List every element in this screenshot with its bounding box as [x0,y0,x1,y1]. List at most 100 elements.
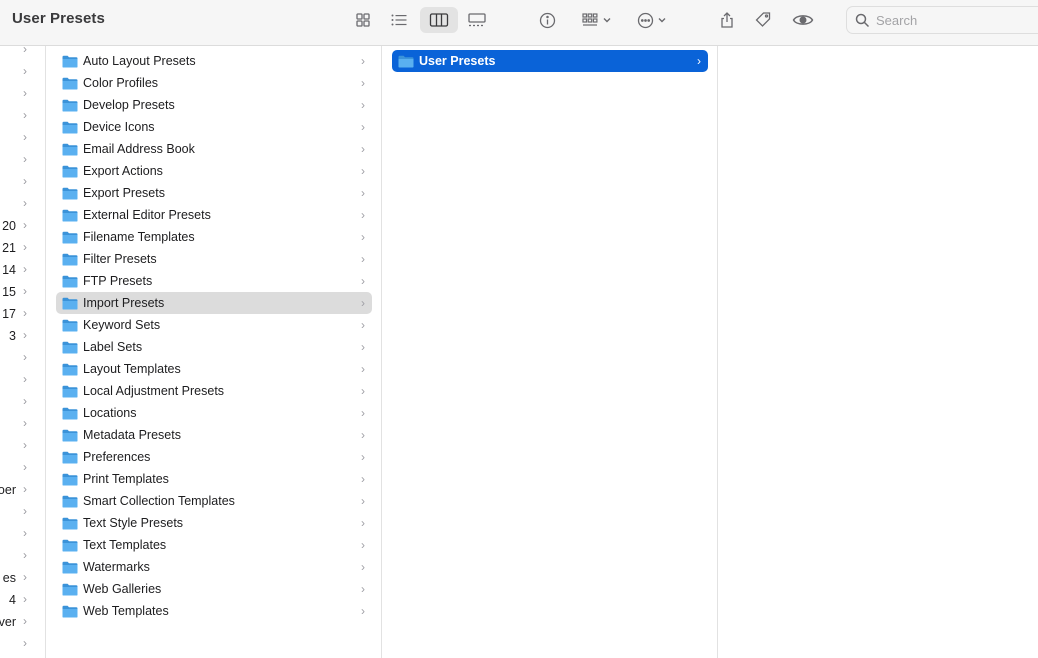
chevron-right-icon: › [23,86,27,100]
folder-item[interactable]: Filter Presets › [56,248,372,270]
parent-list-item[interactable]: › [0,545,45,567]
folder-item[interactable]: Export Actions › [56,160,372,182]
folder-item[interactable]: Metadata Presets › [56,424,372,446]
column-empty [718,46,1038,658]
search-field[interactable] [846,6,1038,34]
group-button[interactable] [576,7,616,33]
parent-list-item[interactable]: › [0,83,45,105]
parent-list-item-label: ver [0,615,16,629]
more-actions-button[interactable] [634,7,670,33]
chevron-right-icon: › [361,340,365,354]
folder-item[interactable]: Web Galleries › [56,578,372,600]
parent-list-item[interactable]: 14 › [0,259,45,281]
parent-list-item[interactable]: › [0,391,45,413]
parent-list-item[interactable]: › [0,46,45,61]
eye-icon [792,15,814,25]
parent-list-item[interactable]: 3 › [0,325,45,347]
folder-item[interactable]: Text Templates › [56,534,372,556]
parent-list-item[interactable]: ver › [0,611,45,633]
parent-list-item-label: 21 [2,241,16,255]
folder-item-label: Text Templates [83,538,167,552]
tag-button[interactable] [752,7,774,33]
chevron-right-icon: › [361,362,365,376]
folder-item[interactable]: Label Sets › [56,336,372,358]
chevron-right-icon: › [23,108,27,122]
folder-item[interactable]: Watermarks › [56,556,372,578]
parent-list-item[interactable]: › [0,347,45,369]
list-view-button[interactable] [388,7,410,33]
parent-list-item[interactable]: oer › [0,479,45,501]
parent-list-item[interactable]: es › [0,567,45,589]
folder-item[interactable]: Export Presets › [56,182,372,204]
folder-item[interactable]: Layout Templates › [56,358,372,380]
parent-list-item[interactable]: › [0,633,45,655]
folder-icon [62,99,78,111]
chevron-right-icon: › [361,560,365,574]
search-input[interactable] [876,12,1036,28]
icon-view-button[interactable] [352,7,374,33]
folder-item[interactable]: Keyword Sets › [56,314,372,336]
parent-list-item[interactable]: 17 › [0,303,45,325]
folder-item-label: Web Templates [83,604,169,618]
gallery-view-button[interactable] [464,7,490,33]
folder-item[interactable]: Import Presets › [56,292,372,314]
parent-list-item[interactable]: › [0,127,45,149]
folder-item[interactable]: External Editor Presets › [56,204,372,226]
folder-icon [62,319,78,331]
folder-item[interactable]: Device Icons › [56,116,372,138]
folder-icon [62,121,78,133]
folder-item[interactable]: Color Profiles › [56,72,372,94]
folder-item[interactable]: Develop Presets › [56,94,372,116]
chevron-right-icon: › [361,296,365,310]
parent-list-item[interactable]: › [0,171,45,193]
parent-list-item[interactable]: › [0,193,45,215]
folder-item[interactable]: Web Templates › [56,600,372,622]
quick-look-button[interactable] [790,7,816,33]
parent-list-item[interactable]: › [0,149,45,171]
column-import-presets: User Presets › [382,46,718,658]
more-icon [637,12,654,28]
parent-list-item[interactable]: › [0,105,45,127]
folder-icon [62,275,78,287]
parent-list-item[interactable]: › [0,435,45,457]
parent-list-item[interactable]: 21 › [0,237,45,259]
parent-list-item[interactable]: › [0,523,45,545]
chevron-right-icon: › [23,328,27,342]
folder-icon [62,253,78,265]
column-view-button[interactable] [420,7,458,33]
folder-icon [62,297,78,309]
folder-icon [62,231,78,243]
folder-item[interactable]: Preferences › [56,446,372,468]
folder-icon [62,385,78,397]
info-button[interactable] [536,7,558,33]
chevron-right-icon: › [23,306,27,320]
share-button[interactable] [716,7,738,33]
parent-list-item[interactable]: 15 › [0,281,45,303]
share-icon [721,12,733,28]
folder-item[interactable]: Text Style Presets › [56,512,372,534]
folder-item[interactable]: Auto Layout Presets › [56,50,372,72]
folder-item-label: Local Adjustment Presets [83,384,225,398]
folder-item[interactable]: Email Address Book › [56,138,372,160]
folder-item[interactable]: Smart Collection Templates › [56,490,372,512]
chevron-right-icon: › [23,262,27,276]
parent-list-item[interactable]: 20 › [0,215,45,237]
folder-item[interactable]: Filename Templates › [56,226,372,248]
folder-item[interactable]: Local Adjustment Presets › [56,380,372,402]
parent-list-item[interactable]: › [0,61,45,83]
folder-icon [62,539,78,551]
chevron-right-icon: › [361,428,365,442]
folder-item-label: Auto Layout Presets [83,54,196,68]
folder-item[interactable]: FTP Presets › [56,270,372,292]
parent-list-item[interactable]: 4 › [0,589,45,611]
parent-list-item[interactable]: › [0,501,45,523]
chevron-right-icon: › [361,538,365,552]
parent-list-item[interactable]: › [0,457,45,479]
parent-list-item[interactable]: › [0,413,45,435]
folder-item[interactable]: User Presets › [392,50,708,72]
folder-item[interactable]: Print Templates › [56,468,372,490]
folder-item-label: Export Actions [83,164,163,178]
parent-list-item[interactable]: › [0,369,45,391]
folder-item[interactable]: Locations › [56,402,372,424]
chevron-right-icon: › [361,450,365,464]
